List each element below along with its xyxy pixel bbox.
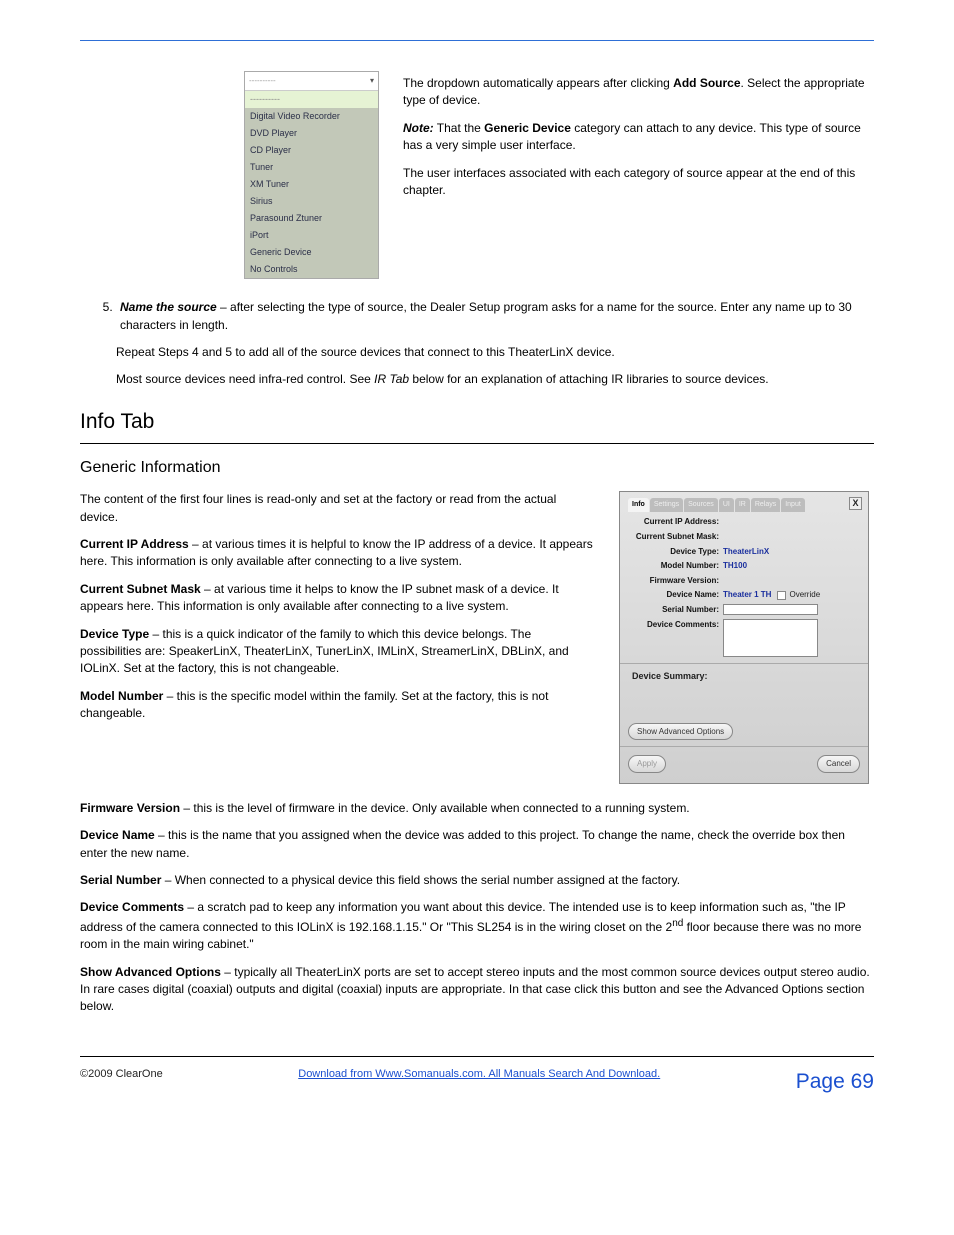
- serial-label: Serial Number:: [628, 604, 723, 616]
- text: below for an explanation of attaching IR…: [409, 372, 769, 386]
- tab-ui[interactable]: UI: [719, 498, 734, 512]
- dropdown-item[interactable]: Generic Device: [245, 244, 378, 261]
- override-label: Override: [789, 589, 820, 601]
- header-rule: [80, 40, 874, 41]
- step-lead: Name the source: [120, 300, 217, 314]
- generic-info-para: The content of the first four lines is r…: [80, 491, 594, 526]
- show-advanced-button[interactable]: Show Advanced Options: [628, 723, 733, 741]
- comments-input[interactable]: [723, 619, 818, 657]
- dropdown-item[interactable]: No Controls: [245, 261, 378, 278]
- ip-label: Current IP Address:: [628, 516, 723, 528]
- text: Most source devices need infra-red contr…: [116, 372, 374, 386]
- field-body: – this is a quick indicator of the famil…: [80, 627, 569, 676]
- field-body: – When connected to a physical device th…: [161, 873, 680, 887]
- model-value: TH100: [723, 560, 747, 572]
- fw-label: Firmware Version:: [628, 575, 723, 587]
- field-subnet: Current Subnet Mask – at various time it…: [80, 581, 594, 616]
- note-paragraph: Note: That the Generic Device category c…: [403, 120, 874, 155]
- ui-note: The user interfaces associated with each…: [403, 165, 874, 200]
- section-rule: [80, 443, 874, 444]
- dropdown-item[interactable]: DVD Player: [245, 125, 378, 142]
- copyright: ©2009 ClearOne: [80, 1067, 163, 1097]
- step-list: Name the source – after selecting the ty…: [116, 299, 874, 334]
- footer-rule: [80, 1056, 874, 1057]
- field-label: Show Advanced Options: [80, 965, 221, 979]
- sup: nd: [672, 918, 683, 929]
- field-adv: Show Advanced Options – typically all Th…: [80, 964, 874, 1016]
- devname-label: Device Name:: [628, 589, 723, 601]
- dropdown-item[interactable]: Parasound Ztuner: [245, 210, 378, 227]
- dropdown-row: ---------- ▾ ---------- Digital Video Re…: [80, 71, 874, 279]
- step-body: – after selecting the type of source, th…: [120, 300, 852, 331]
- field-label: Serial Number: [80, 873, 161, 887]
- tab-ir[interactable]: IR: [735, 498, 750, 512]
- field-label: Firmware Version: [80, 801, 180, 815]
- apply-button[interactable]: Apply: [628, 755, 666, 773]
- devtype-value: TheaterLinX: [723, 546, 769, 558]
- subnet-label: Current Subnet Mask:: [628, 531, 723, 543]
- page-number: Page 69: [796, 1067, 874, 1097]
- dropdown-item[interactable]: Tuner: [245, 159, 378, 176]
- dialog-divider: [620, 746, 868, 747]
- dropdown-item[interactable]: Digital Video Recorder: [245, 108, 378, 125]
- field-name: Device Name – this is the name that you …: [80, 827, 874, 862]
- serial-input[interactable]: [723, 604, 818, 615]
- footer-link[interactable]: Download from Www.Somanuals.com. All Man…: [298, 1068, 660, 1080]
- intro-paragraph: The dropdown automatically appears after…: [403, 75, 874, 110]
- repeat-p1: Repeat Steps 4 and 5 to add all of the s…: [116, 344, 874, 361]
- field-body: – this is the name that you assigned whe…: [80, 828, 845, 859]
- comments-label: Device Comments:: [628, 619, 723, 631]
- field-fw: Firmware Version – this is the level of …: [80, 800, 874, 817]
- source-type-dropdown[interactable]: ---------- ▾ ---------- Digital Video Re…: [244, 71, 379, 279]
- field-label: Device Comments: [80, 900, 184, 914]
- generic-info-heading: Generic Information: [80, 456, 874, 479]
- field-label: Current IP Address: [80, 537, 189, 551]
- field-label: Model Number: [80, 689, 163, 703]
- text: The dropdown automatically appears after…: [403, 76, 670, 90]
- chevron-down-icon[interactable]: ▾: [370, 75, 374, 87]
- field-label: Device Name: [80, 828, 155, 842]
- dropdown-item[interactable]: ----------: [245, 91, 378, 108]
- override-checkbox[interactable]: [777, 591, 786, 600]
- tab-input[interactable]: Input: [781, 498, 805, 512]
- dropdown-item[interactable]: XM Tuner: [245, 176, 378, 193]
- field-body: – this is the level of firmware in the d…: [180, 801, 690, 815]
- note-label: Note:: [403, 121, 434, 135]
- cancel-button[interactable]: Cancel: [817, 755, 860, 773]
- repeat-p2: Most source devices need infra-red contr…: [116, 371, 874, 388]
- model-label: Model Number:: [628, 560, 723, 572]
- add-source-label: Add Source: [673, 76, 740, 90]
- field-model: Model Number – this is the specific mode…: [80, 688, 594, 723]
- dropdown-item[interactable]: Sirius: [245, 193, 378, 210]
- field-ip: Current IP Address – at various times it…: [80, 536, 594, 571]
- info-dialog: X Info Settings Sources UI IR Relays Inp…: [619, 491, 869, 784]
- field-label: Device Type: [80, 627, 149, 641]
- tab-sources[interactable]: Sources: [684, 498, 718, 512]
- dropdown-list: ---------- Digital Video Recorder DVD Pl…: [245, 91, 378, 279]
- footer-center: Download from Www.Somanuals.com. All Man…: [163, 1067, 796, 1097]
- dialog-divider: [620, 663, 868, 664]
- dropdown-selected: ----------: [249, 75, 276, 87]
- field-label: Current Subnet Mask: [80, 582, 201, 596]
- device-summary-label: Device Summary:: [632, 670, 860, 683]
- footer: ©2009 ClearOne Download from Www.Somanua…: [80, 1067, 874, 1097]
- step-5: Name the source – after selecting the ty…: [116, 299, 874, 334]
- close-icon[interactable]: X: [849, 497, 862, 510]
- dropdown-item[interactable]: CD Player: [245, 142, 378, 159]
- field-comments: Device Comments – a scratch pad to keep …: [80, 899, 874, 953]
- text: Generic Device: [484, 121, 571, 135]
- tab-relays[interactable]: Relays: [751, 498, 780, 512]
- devname-value: Theater 1 TH: [723, 589, 771, 601]
- field-devtype: Device Type – this is a quick indicator …: [80, 626, 594, 678]
- info-tab-heading: Info Tab: [80, 407, 874, 437]
- dropdown-item[interactable]: iPort: [245, 227, 378, 244]
- text: That the: [437, 121, 484, 135]
- tab-info[interactable]: Info: [628, 498, 649, 512]
- ir-tab-link: IR Tab: [374, 372, 409, 386]
- field-serial: Serial Number – When connected to a phys…: [80, 872, 874, 889]
- devtype-label: Device Type:: [628, 546, 723, 558]
- tab-settings[interactable]: Settings: [650, 498, 683, 512]
- dialog-tabs: Info Settings Sources UI IR Relays Input: [628, 498, 860, 512]
